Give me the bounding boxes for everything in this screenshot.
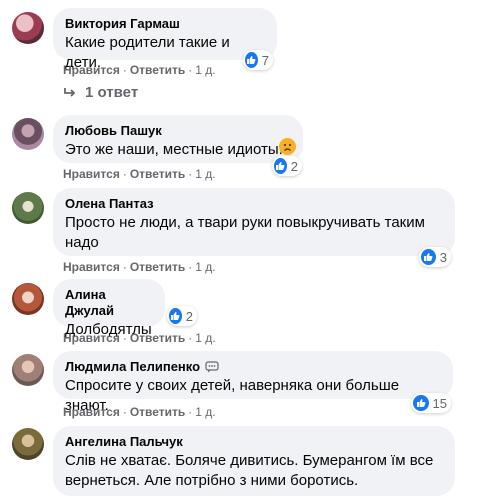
reply-button[interactable]: Ответить: [130, 260, 185, 274]
messenger-icon: [205, 361, 219, 373]
thumbs-up-icon: [169, 308, 182, 324]
comment-author-name[interactable]: Людмила Пелипенко: [65, 359, 200, 375]
comment-author[interactable]: Любовь Пашук: [65, 123, 291, 139]
comment-author[interactable]: Алина Джулай: [65, 287, 153, 319]
comment-actions: Нравится · Ответить · 1 д.: [63, 259, 216, 275]
separator: ·: [122, 405, 127, 419]
comment-bubble: Людмила Пелипенко Спросите у своих детей…: [53, 351, 453, 414]
comment-author[interactable]: Олена Пантаз: [65, 196, 443, 212]
thumbs-up-icon: [421, 249, 436, 265]
reactions-count[interactable]: 2: [272, 156, 302, 176]
avatar[interactable]: [12, 354, 44, 386]
reactions-number: 2: [290, 158, 298, 174]
comment-author[interactable]: Ангелина Пальчук: [65, 434, 443, 450]
reactions-count[interactable]: 2: [167, 306, 197, 326]
reactions-number: 15: [432, 395, 447, 411]
separator: ·: [122, 167, 127, 181]
avatar[interactable]: [12, 118, 44, 150]
comment-actions: Нравится · Ответить · 1 д.: [63, 62, 216, 78]
avatar[interactable]: [12, 12, 44, 44]
comment-text: Просто не люди, а твари руки повыкручива…: [65, 214, 425, 251]
timestamp[interactable]: 1 д.: [195, 331, 215, 345]
timestamp[interactable]: 1 д.: [195, 260, 215, 274]
timestamp[interactable]: 1 д.: [195, 405, 215, 419]
reply-button[interactable]: Ответить: [130, 405, 185, 419]
comment-bubble: Олена Пантаз Просто не люди, а твари рук…: [53, 188, 455, 256]
separator: ·: [188, 331, 193, 345]
thumbs-up-icon: [413, 395, 429, 411]
separator: ·: [188, 405, 193, 419]
reactions-count[interactable]: 3: [419, 247, 451, 267]
comment-bubble: Ангелина Пальчук Слів не хватає. Боляче …: [53, 426, 455, 496]
separator: ·: [122, 260, 127, 274]
timestamp[interactable]: 1 д.: [195, 167, 215, 181]
reply-button[interactable]: Ответить: [130, 331, 185, 345]
reply-button[interactable]: Ответить: [130, 63, 185, 77]
reply-arrow-icon: [64, 87, 76, 97]
comment-author: Людмила Пелипенко: [65, 359, 441, 375]
reply-button[interactable]: Ответить: [130, 167, 185, 181]
comment-bubble: Виктория Гармаш Какие родители такие и д…: [53, 8, 277, 71]
reactions-number: 3: [439, 249, 447, 265]
like-button[interactable]: Нравится: [63, 63, 120, 77]
separator: ·: [122, 331, 127, 345]
thumbs-up-icon: [245, 52, 258, 68]
separator: ·: [188, 167, 193, 181]
comment-text: Слів не хватає. Боляче дивитись. Бумеран…: [65, 452, 434, 489]
separator: ·: [188, 260, 193, 274]
comment-actions: Нравится · Ответить · 1 д.: [63, 166, 216, 182]
like-button[interactable]: Нравится: [63, 405, 120, 419]
timestamp[interactable]: 1 д.: [195, 63, 215, 77]
sad-face-icon: [279, 138, 296, 155]
reactions-count[interactable]: 15: [411, 393, 451, 413]
separator: ·: [188, 63, 193, 77]
like-button[interactable]: Нравится: [63, 260, 120, 274]
comment-actions: Нравится · Ответить · 1 д.: [63, 404, 216, 420]
separator: ·: [122, 63, 127, 77]
like-button[interactable]: Нравится: [63, 331, 120, 345]
avatar[interactable]: [12, 428, 44, 460]
view-replies-link[interactable]: 1 ответ: [63, 84, 138, 101]
like-button[interactable]: Нравится: [63, 167, 120, 181]
reactions-count[interactable]: 7: [243, 50, 273, 70]
reactions-number: 7: [261, 52, 269, 68]
comment-actions: Нравится · Ответить · 1 д.: [63, 330, 216, 346]
comment-bubble: Любовь Пашук Это же наши, местные идиоты…: [53, 115, 303, 163]
avatar[interactable]: [12, 283, 44, 315]
reactions-number: 2: [185, 308, 193, 324]
comment-text: Это же наши, местные идиоты!: [65, 141, 283, 158]
thumbs-up-icon: [274, 158, 287, 174]
comment-author[interactable]: Виктория Гармаш: [65, 16, 265, 32]
avatar[interactable]: [12, 192, 44, 224]
replies-count: 1 ответ: [85, 84, 139, 101]
comment-bubble: Алина Джулай Долбодятлы: [53, 279, 165, 338]
